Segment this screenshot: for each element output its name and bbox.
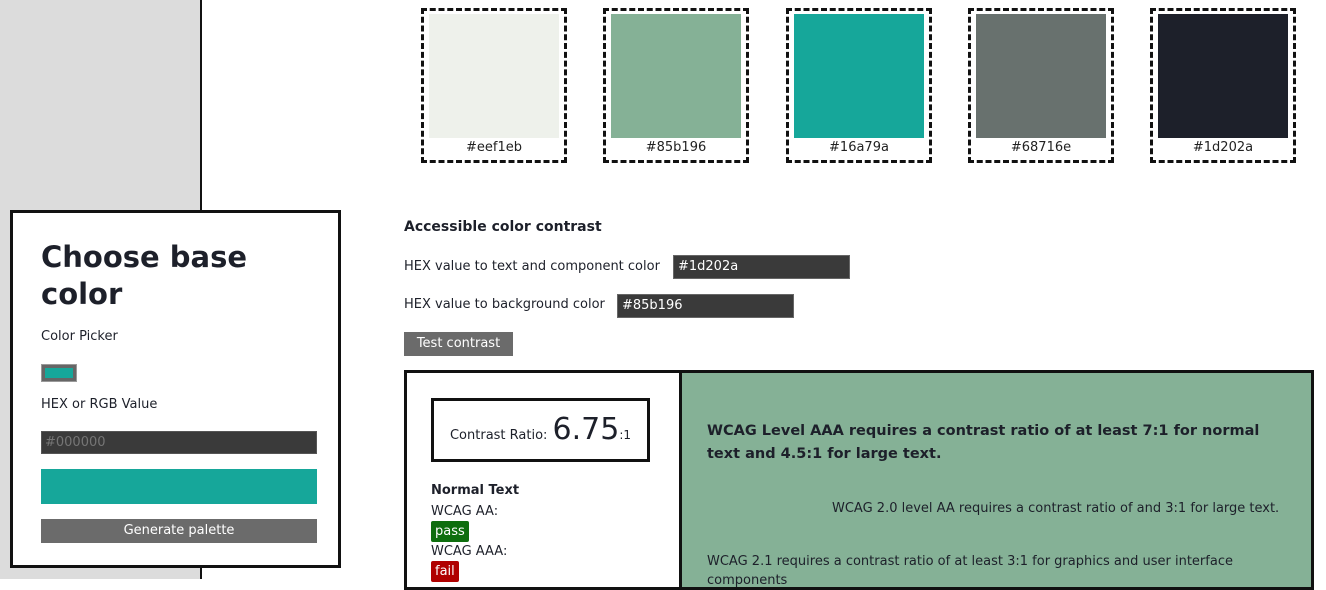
swatch-color	[976, 14, 1106, 138]
contrast-preview-area: WCAG Level AAA requires a contrast ratio…	[679, 373, 1311, 588]
palette-swatch[interactable]: #eef1eb	[421, 8, 567, 163]
aaa-requirement-text: WCAG Level AAA requires a contrast ratio…	[707, 423, 1260, 462]
palette-swatch[interactable]: #85b196	[603, 8, 749, 163]
palette-swatch[interactable]: #16a79a	[786, 8, 932, 163]
bg-color-label: HEX value to background color	[404, 297, 605, 312]
swatch-hex-label: #16a79a	[829, 140, 889, 155]
hex-rgb-label: HEX or RGB Value	[41, 397, 158, 412]
normal-text-heading: Normal Text	[431, 483, 520, 498]
bg-color-input[interactable]: #85b196	[617, 294, 794, 318]
contrast-ratio-box: Contrast Ratio: 6.75:1	[431, 398, 650, 462]
wcag-aaa-label: WCAG AAA:	[431, 544, 508, 559]
text-color-input[interactable]: #1d202a	[673, 255, 850, 279]
swatch-color	[794, 14, 924, 138]
swatch-hex-label: #1d202a	[1192, 140, 1254, 155]
contrast-ratio-label: Contrast Ratio:	[449, 428, 548, 443]
contrast-score-column: Contrast Ratio: 6.75:1 Normal Text WCAG …	[407, 373, 679, 587]
swatch-hex-label: #85b196	[645, 140, 707, 155]
hex-rgb-input[interactable]	[41, 431, 317, 454]
generate-palette-button[interactable]: Generate palette	[41, 519, 317, 543]
text-color-label: HEX value to text and component color	[404, 259, 660, 274]
base-color-preview	[41, 469, 317, 504]
wcag21-requirement-text: WCAG 2.1 requires a contrast ratio of at…	[707, 554, 1233, 588]
palette-swatch[interactable]: #68716e	[968, 8, 1114, 163]
palette-swatch[interactable]: #1d202a	[1150, 8, 1296, 163]
swatch-hex-label: #eef1eb	[466, 140, 522, 155]
color-picker-label: Color Picker	[41, 329, 118, 344]
contrast-result-panel: Contrast Ratio: 6.75:1 Normal Text WCAG …	[404, 370, 1314, 590]
wcag-aa-label: WCAG AA:	[431, 504, 499, 519]
base-color-card: Choose base color Color Picker HEX or RG…	[10, 210, 341, 568]
test-contrast-button[interactable]: Test contrast	[404, 332, 513, 356]
wcag-aa-status-badge: pass	[431, 521, 469, 542]
swatch-hex-label: #68716e	[1010, 140, 1072, 155]
swatch-color	[611, 14, 741, 138]
swatch-color	[429, 14, 559, 138]
contrast-ratio-value: 6.75	[552, 412, 620, 447]
contrast-ratio-suffix: :1	[619, 428, 631, 442]
color-picker-input[interactable]	[41, 364, 77, 382]
contrast-heading: Accessible color contrast	[404, 219, 602, 235]
color-picker-swatch	[45, 368, 73, 378]
picker-title: Choose base color	[41, 240, 248, 311]
aa-requirement-text: WCAG 2.0 level AA requires a contrast ra…	[832, 501, 1280, 516]
swatch-color	[1158, 14, 1288, 138]
